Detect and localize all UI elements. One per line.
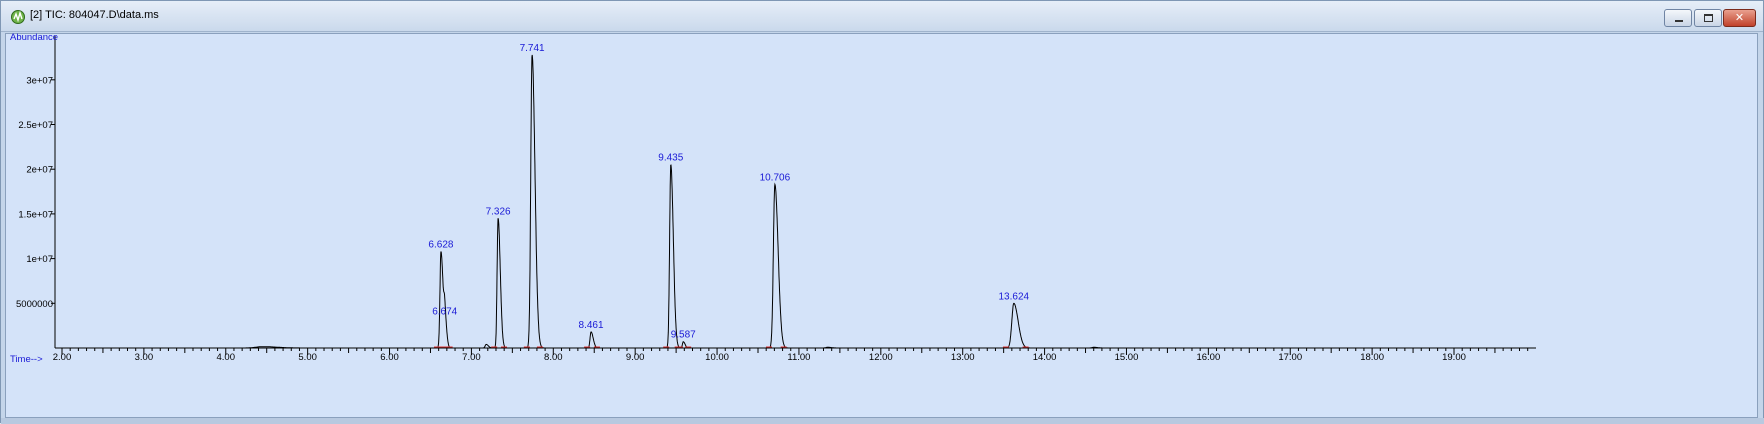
peak-labels: 6.628 6.674 7.326 7.741 8.461 9.435 9.587 10.70… [428, 43, 1029, 341]
x-tick-label: 3.00 [135, 352, 154, 363]
y-tick-label: 2.5e+07 [18, 120, 53, 131]
x-tick-label: 12.00 [869, 352, 893, 363]
x-tick-label: 19.00 [1442, 352, 1466, 363]
y-axis-label: Abundance [10, 32, 58, 43]
peak-label: 13.624 [999, 291, 1030, 302]
x-tick-label: 13.00 [951, 352, 975, 363]
peak-label: 7.741 [520, 43, 545, 54]
peak-label: 9.435 [658, 153, 683, 164]
peak-label: 9.587 [671, 330, 696, 341]
tic-trace-line [62, 54, 1532, 349]
x-tick-label: 4.00 [217, 352, 236, 363]
x-tick-label: 7.00 [462, 352, 481, 363]
y-tick-label: 2e+07 [26, 165, 53, 176]
y-tick-label: 1e+07 [26, 254, 53, 265]
x-tick-label: 16.00 [1196, 352, 1220, 363]
peak-label: 6.674 [432, 307, 457, 318]
chromatogram-window: [2] TIC: 804047.D\data.ms ✕ 5000000 1e+07… [0, 0, 1764, 424]
x-tick-label: 15.00 [1115, 352, 1139, 363]
x-tick-label: 10.00 [705, 352, 729, 363]
x-tick-label: 8.00 [544, 352, 563, 363]
peak-label: 6.628 [428, 239, 453, 250]
x-axis-label: Time--> [10, 354, 43, 365]
peak-label: 7.326 [486, 206, 511, 217]
x-tick-label: 2.00 [53, 352, 72, 363]
y-tick-label: 3e+07 [26, 75, 53, 86]
x-tick-label: 14.00 [1033, 352, 1057, 363]
y-tick-label: 5000000 [16, 299, 53, 310]
y-tick-label: 1.5e+07 [18, 209, 53, 220]
x-tick-label: 6.00 [380, 352, 399, 363]
x-tick-label: 11.00 [787, 352, 810, 363]
x-tick-label: 9.00 [626, 352, 645, 363]
peak-label: 8.461 [579, 320, 604, 331]
tic-chromatogram-chart[interactable]: 5000000 1e+07 1.5e+07 2e+07 2.5e+07 3e+07 2.00… [1, 1, 1764, 424]
x-tick-label: 18.00 [1360, 352, 1384, 363]
x-tick-label: 5.00 [298, 352, 317, 363]
peak-label: 10.706 [760, 172, 791, 183]
trace-layer [62, 54, 1532, 349]
x-tick-label: 17.00 [1278, 352, 1302, 363]
